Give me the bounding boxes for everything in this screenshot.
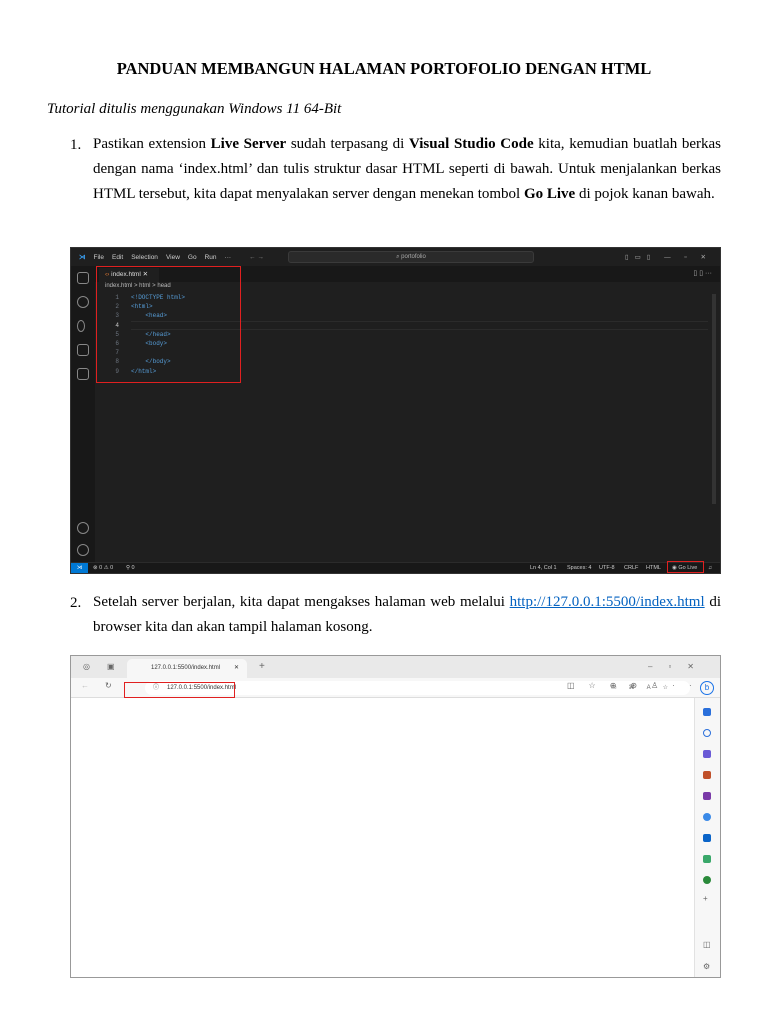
menu-selection[interactable]: Selection: [131, 254, 158, 261]
refresh-icon[interactable]: ↻: [105, 681, 112, 690]
search-icon[interactable]: [703, 729, 711, 737]
sidebar-toggle-icon[interactable]: ◫: [703, 940, 711, 949]
new-tab-icon[interactable]: +: [259, 661, 265, 672]
back-icon[interactable]: ←: [81, 681, 89, 690]
scrollbar[interactable]: [712, 294, 716, 504]
extensions-icon[interactable]: [77, 368, 89, 380]
toolbar-icons[interactable]: ◫☆⊕⊛♙···: [567, 681, 720, 690]
indentation[interactable]: Spaces: 4: [567, 563, 591, 573]
menu-more[interactable]: ···: [225, 254, 232, 261]
add-icon[interactable]: +: [703, 894, 708, 903]
encoding[interactable]: UTF-8: [599, 563, 615, 573]
ports-status[interactable]: ⚲ 0: [126, 563, 135, 573]
outlook-icon[interactable]: [703, 834, 711, 842]
nav-arrows-icon[interactable]: ← →: [249, 254, 264, 261]
notifications-icon[interactable]: ♫: [708, 563, 712, 573]
step-2-text: Setelah server berjalan, kita dapat meng…: [93, 594, 721, 635]
page-title: PANDUAN MEMBANGUN HALAMAN PORTOFOLIO DEN…: [116, 59, 652, 78]
account-icon[interactable]: [77, 522, 89, 534]
highlight-box: [124, 682, 235, 698]
menu-edit[interactable]: Edit: [112, 254, 123, 261]
games-icon[interactable]: [703, 792, 711, 800]
remote-icon[interactable]: ⋊: [71, 563, 88, 573]
sidebar: + ◫ ⚙: [694, 698, 720, 977]
search-icon[interactable]: [77, 296, 89, 308]
problems-status[interactable]: ⊗ 0 ⚠ 0: [93, 563, 113, 573]
menu-file[interactable]: File: [94, 254, 104, 261]
tab-bar: ◎ ▣ 127.0.0.1:5500/index.html ✕ + –▫✕: [71, 656, 720, 678]
step-1-text: Pastikan extension Live Server sudah ter…: [93, 136, 722, 202]
step-number: 1.: [70, 137, 82, 153]
workspaces-icon[interactable]: ◎: [83, 662, 90, 671]
window-controls-icon[interactable]: –▫✕: [648, 662, 710, 671]
tree-icon[interactable]: [703, 876, 711, 884]
editor-actions-icon[interactable]: ▯ ▯ ···: [693, 269, 712, 277]
language-mode[interactable]: HTML: [646, 563, 661, 573]
settings-gear-icon[interactable]: [77, 544, 89, 556]
designer-icon[interactable]: [703, 855, 711, 863]
microsoft365-icon[interactable]: [703, 813, 711, 821]
localhost-link[interactable]: http://127.0.0.1:5500/index.html: [510, 594, 705, 610]
vscode-logo-icon: ⋊: [79, 254, 86, 261]
settings-gear-icon[interactable]: ⚙: [703, 962, 710, 971]
step-number: 2.: [70, 595, 82, 611]
tab-actions-icon[interactable]: ▣: [107, 662, 115, 671]
menu-go[interactable]: Go: [188, 254, 197, 261]
menu-run[interactable]: Run: [205, 254, 217, 261]
shopping-icon[interactable]: [703, 750, 711, 758]
eol[interactable]: CRLF: [624, 563, 638, 573]
source-control-icon[interactable]: [77, 320, 85, 332]
copilot-icon[interactable]: b: [700, 681, 714, 695]
vscode-screenshot: ⋊ File Edit Selection View Go Run ··· ← …: [70, 247, 721, 574]
run-debug-icon[interactable]: [77, 344, 89, 356]
window-controls-icon[interactable]: ▯▭▯ — ▫ ✕: [625, 253, 712, 261]
status-bar: ⋊ ⊗ 0 ⚠ 0 ⚲ 0 Ln 4, Col 1 Spaces: 4 UTF-…: [71, 562, 720, 573]
subtitle: Tutorial ditulis menggunakan Windows 11 …: [47, 101, 342, 117]
tools-icon[interactable]: [703, 771, 711, 779]
cursor-position[interactable]: Ln 4, Col 1: [530, 563, 557, 573]
browser-screenshot: ◎ ▣ 127.0.0.1:5500/index.html ✕ + –▫✕ ← ↻…: [70, 655, 721, 978]
menu-view[interactable]: View: [166, 254, 180, 261]
highlight-box: [96, 266, 241, 383]
activity-bar: [71, 266, 95, 562]
notification-icon[interactable]: [703, 708, 711, 716]
browser-tab[interactable]: 127.0.0.1:5500/index.html ✕: [127, 659, 247, 678]
explorer-icon[interactable]: [77, 272, 89, 284]
command-search[interactable]: ⌕ portofolio: [288, 251, 534, 263]
highlight-box: [667, 561, 704, 573]
